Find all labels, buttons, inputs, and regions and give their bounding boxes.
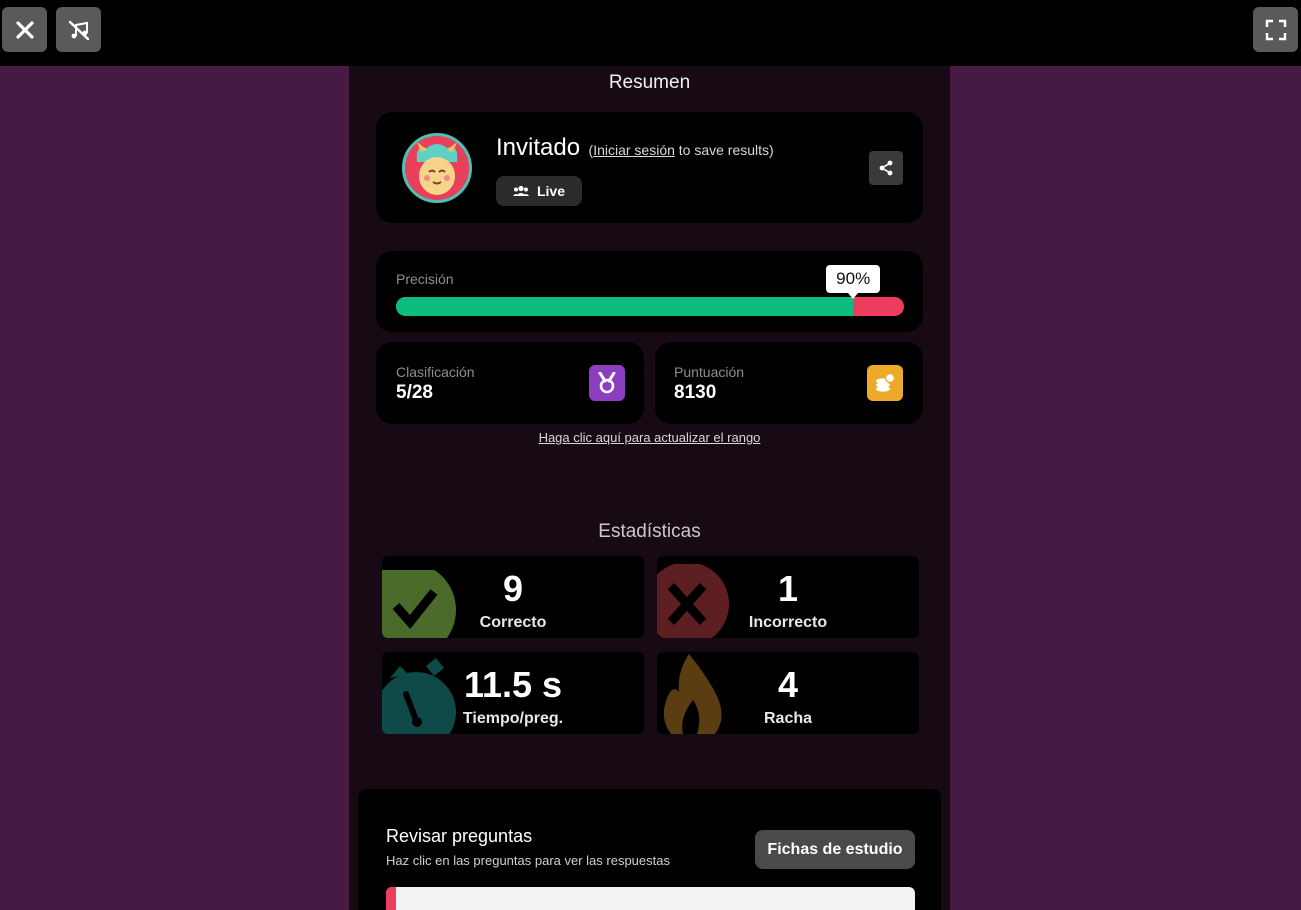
score-value: 8130	[674, 382, 717, 403]
player-name-row: Invitado (Iniciar sesión to save results…	[496, 134, 774, 162]
accuracy-card: Precisión 90%	[376, 251, 923, 332]
stat-correct-label: Correcto	[479, 614, 547, 631]
top-bar	[0, 0, 1301, 66]
stat-incorrect: 1 Incorrecto	[657, 556, 919, 638]
review-title: Revisar preguntas	[386, 826, 533, 846]
stat-incorrect-label: Incorrecto	[748, 614, 828, 631]
accuracy-value: 90%	[836, 269, 871, 288]
question-card[interactable]	[386, 887, 915, 910]
update-rank-row: Haga clic aquí para actualizar el rango	[349, 430, 950, 445]
avatar-llama-icon	[416, 142, 458, 195]
update-rank-link[interactable]: Haga clic aquí para actualizar el rango	[539, 430, 761, 445]
share-button[interactable]	[869, 151, 903, 185]
login-suffix: to save results)	[674, 142, 774, 158]
avatar	[402, 133, 472, 203]
review-section: Revisar preguntas Haz clic en las pregun…	[358, 789, 941, 910]
accuracy-bar-fill	[396, 297, 854, 316]
accuracy-bar	[396, 297, 904, 316]
review-subtitle: Haz clic en las preguntas para ver las r…	[386, 853, 670, 868]
stat-streak-label: Racha	[763, 710, 813, 727]
coins-icon	[876, 373, 896, 392]
tooltip-pointer	[848, 293, 859, 299]
stat-streak: 4 Racha	[657, 652, 919, 734]
stat-time-label: Tiempo/preg.	[462, 710, 564, 727]
stat-streak-value: 4	[777, 664, 799, 705]
accuracy-label: Precisión	[396, 271, 454, 287]
player-name: Invitado	[496, 134, 581, 161]
mute-music-button[interactable]	[56, 7, 101, 52]
close-icon	[15, 20, 34, 39]
mode-label: Live	[536, 183, 565, 199]
rank-value: 5/28	[396, 382, 433, 403]
login-prompt: (Iniciar sesión to save results)	[589, 142, 774, 158]
stat-incorrect-value: 1	[777, 568, 799, 609]
score-card: Puntuación 8130	[655, 342, 923, 424]
rank-icon-tile	[589, 365, 625, 401]
player-card: Invitado (Iniciar sesión to save results…	[376, 112, 923, 223]
question-status-stripe	[386, 887, 396, 910]
medal-icon	[598, 372, 616, 394]
rank-label: Clasificación	[396, 364, 475, 380]
stats-title: Estadísticas	[598, 521, 701, 542]
accuracy-value-tooltip: 90%	[826, 265, 881, 299]
fullscreen-icon	[1265, 19, 1286, 40]
users-icon	[512, 185, 529, 196]
score-icon-tile	[867, 365, 903, 401]
close-button[interactable]	[2, 7, 47, 52]
flashcards-button[interactable]: Fichas de estudio	[755, 830, 915, 869]
music-off-icon	[68, 20, 89, 40]
stat-time-value: 11.5 s	[463, 664, 563, 705]
share-icon	[879, 160, 893, 176]
mode-badge: Live	[496, 176, 582, 206]
results-panel: Resumen Invitado (Iniciar sesión to save…	[349, 66, 950, 910]
score-label: Puntuación	[674, 364, 745, 380]
stat-correct: 9 Correcto	[382, 556, 644, 638]
stat-time-per-question: 11.5 s Tiempo/preg.	[382, 652, 644, 734]
login-link[interactable]: Iniciar sesión	[593, 142, 675, 158]
fullscreen-button[interactable]	[1253, 7, 1298, 52]
rank-card: Clasificación 5/28	[376, 342, 644, 424]
summary-title: Resumen	[608, 72, 691, 93]
stat-correct-value: 9	[502, 568, 524, 609]
